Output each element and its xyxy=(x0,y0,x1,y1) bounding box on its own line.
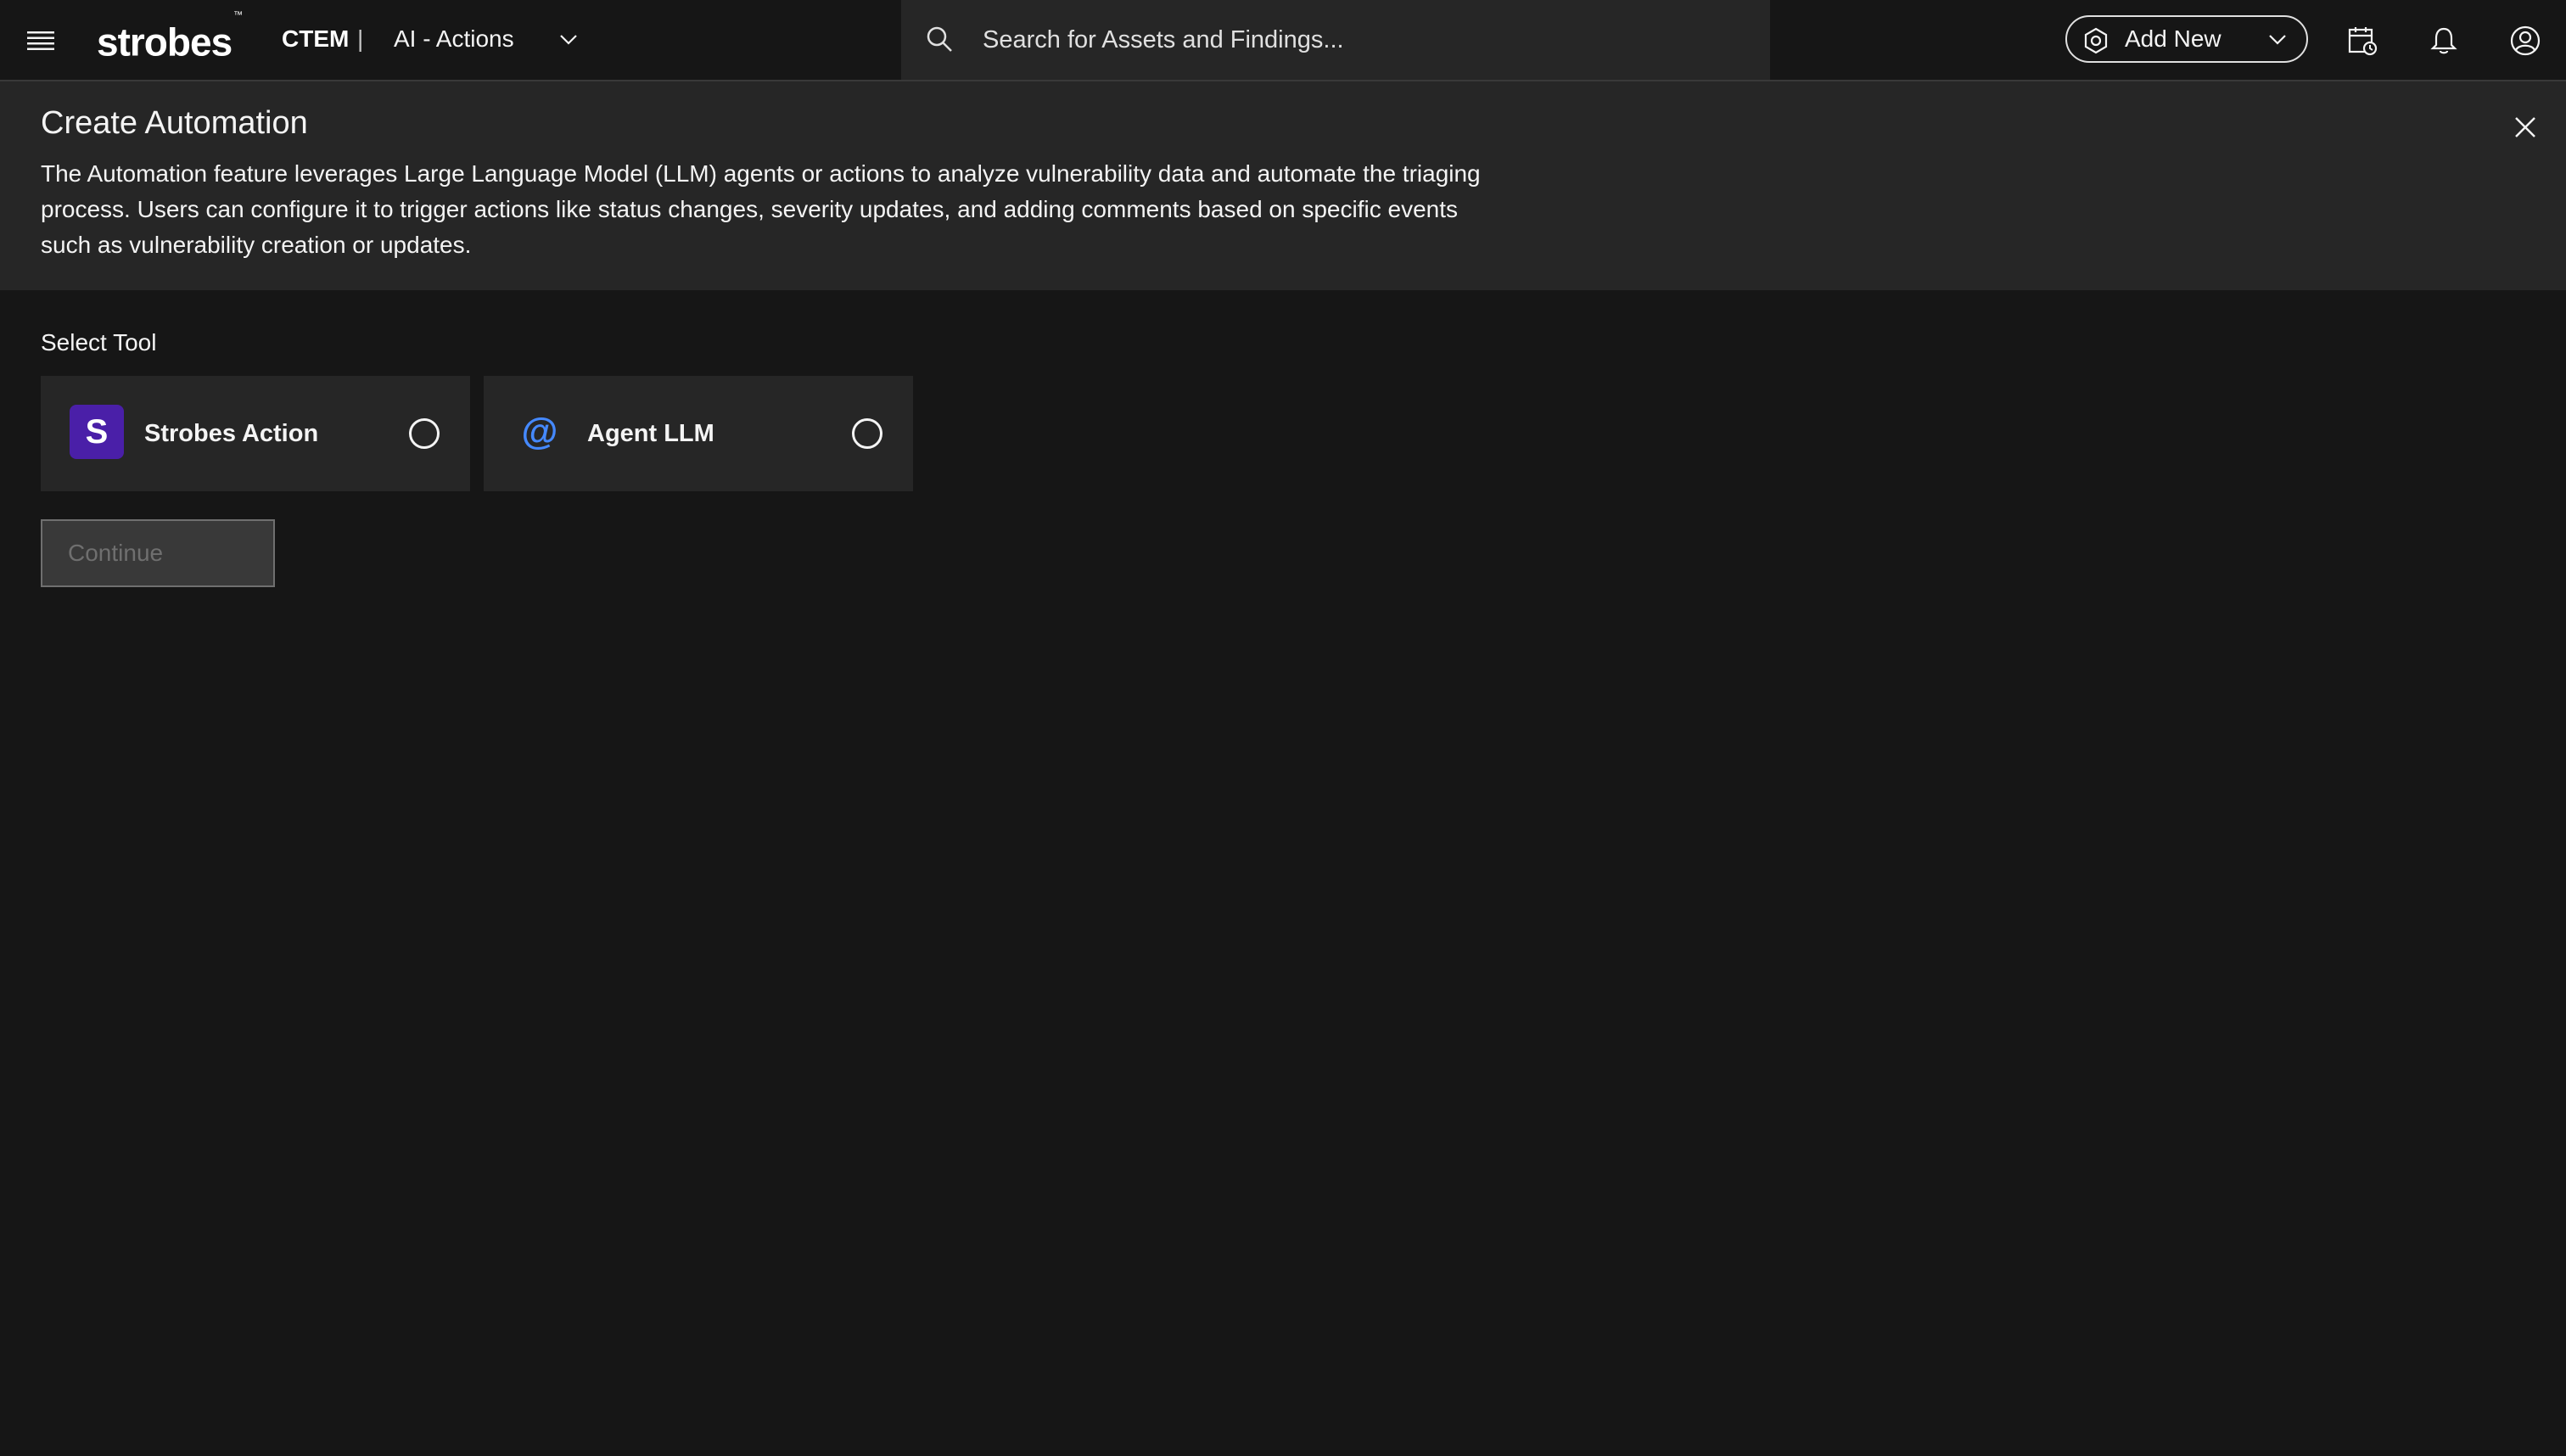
section-selector[interactable]: AI - Actions xyxy=(382,14,594,64)
tool-name: Agent LLM xyxy=(587,420,714,447)
continue-button[interactable]: Continue xyxy=(41,519,275,587)
settings-hexagon-icon xyxy=(2082,27,2109,59)
user-avatar-icon[interactable] xyxy=(2500,15,2551,66)
search-input[interactable] xyxy=(983,0,1746,80)
tool-option-agent-llm[interactable]: @ Agent LLM xyxy=(484,376,913,491)
brand-separator: | xyxy=(357,25,364,52)
close-icon[interactable] xyxy=(2502,104,2549,151)
page-title: Create Automation xyxy=(41,105,308,141)
create-automation-header: Create Automation The Automation feature… xyxy=(0,81,2566,290)
calendar-schedule-icon[interactable] xyxy=(2337,15,2388,66)
global-search xyxy=(901,0,1770,80)
page-description: The Automation feature leverages Large L… xyxy=(41,160,1481,258)
top-navigation-bar: strobes™ CTEM | AI - Actions Add New xyxy=(0,0,2566,81)
radio-button[interactable] xyxy=(852,418,882,449)
strobes-logo[interactable]: strobes™ xyxy=(97,10,243,66)
logo-trademark: ™ xyxy=(233,10,243,20)
add-new-label: Add New xyxy=(2125,25,2221,52)
add-new-button[interactable]: Add New xyxy=(2065,15,2308,63)
tool-option-strobes-action[interactable]: S Strobes Action xyxy=(41,376,470,491)
product-name: CTEM xyxy=(282,25,350,52)
strobes-logo-icon: S xyxy=(70,405,124,459)
menu-icon[interactable] xyxy=(15,15,66,66)
section-label: AI - Actions xyxy=(394,25,514,52)
bell-icon[interactable] xyxy=(2418,15,2469,66)
radio-button[interactable] xyxy=(409,418,440,449)
chevron-down-icon xyxy=(2267,29,2288,53)
logo-text: strobes xyxy=(97,20,233,64)
tool-name: Strobes Action xyxy=(144,420,319,447)
chevron-down-icon xyxy=(558,29,579,53)
at-sign-icon: @ xyxy=(521,411,558,452)
search-icon xyxy=(925,25,954,58)
select-tool-label: Select Tool xyxy=(41,329,157,356)
